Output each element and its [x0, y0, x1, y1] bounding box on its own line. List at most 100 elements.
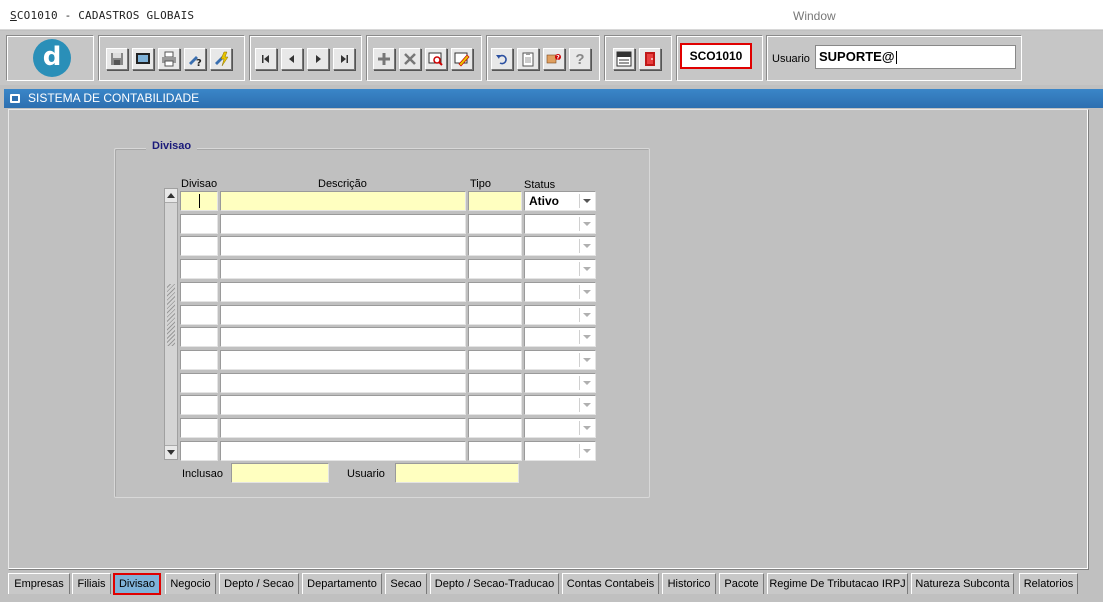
- chevron-down-icon[interactable]: [579, 353, 593, 367]
- status-select[interactable]: [524, 259, 596, 279]
- user-field[interactable]: SUPORTE@: [815, 45, 1016, 69]
- chevron-down-icon[interactable]: [579, 217, 593, 231]
- descricao-cell[interactable]: [220, 395, 466, 415]
- divisao-cell[interactable]: [180, 418, 218, 438]
- delete-record-button[interactable]: [399, 48, 421, 70]
- divisao-cell[interactable]: [180, 214, 218, 234]
- tab-depto-secao[interactable]: Depto / Secao: [219, 573, 299, 594]
- scroll-down-arrow-icon[interactable]: [165, 445, 177, 459]
- scroll-grip[interactable]: [167, 284, 175, 346]
- divisao-cell[interactable]: [180, 395, 218, 415]
- tipo-cell[interactable]: [468, 418, 522, 438]
- tab-historico[interactable]: Historico: [662, 573, 716, 594]
- tipo-cell[interactable]: [468, 191, 522, 211]
- status-select[interactable]: [524, 214, 596, 234]
- divisao-cell[interactable]: [180, 350, 218, 370]
- divisao-cell[interactable]: [180, 305, 218, 325]
- usuario-footer-field[interactable]: [395, 463, 519, 483]
- first-record-button[interactable]: [255, 48, 277, 70]
- chevron-down-icon[interactable]: [579, 444, 593, 458]
- status-select[interactable]: [524, 236, 596, 256]
- chevron-down-icon[interactable]: [579, 239, 593, 253]
- status-select[interactable]: [524, 418, 596, 438]
- descricao-cell[interactable]: [220, 373, 466, 393]
- inclusao-field[interactable]: [231, 463, 329, 483]
- tipo-cell[interactable]: [468, 350, 522, 370]
- divisao-cell[interactable]: [180, 191, 218, 211]
- tipo-cell[interactable]: [468, 327, 522, 347]
- scroll-up-arrow-icon[interactable]: [165, 189, 177, 203]
- divisao-cell[interactable]: [180, 236, 218, 256]
- descricao-cell[interactable]: [220, 418, 466, 438]
- status-select[interactable]: Ativo: [524, 191, 596, 211]
- status-select[interactable]: [524, 327, 596, 347]
- tab-contas-contabeis[interactable]: Contas Contabeis: [562, 573, 659, 594]
- divisao-cell[interactable]: [180, 259, 218, 279]
- divisao-cell[interactable]: [180, 373, 218, 393]
- tipo-cell[interactable]: [468, 441, 522, 461]
- chevron-down-icon[interactable]: [579, 262, 593, 276]
- descricao-cell[interactable]: [220, 327, 466, 347]
- screen-button[interactable]: [132, 48, 154, 70]
- tipo-cell[interactable]: [468, 305, 522, 325]
- descricao-cell[interactable]: [220, 350, 466, 370]
- window-menu[interactable]: Window: [793, 9, 836, 23]
- descricao-cell[interactable]: [220, 259, 466, 279]
- descricao-cell[interactable]: [220, 282, 466, 302]
- tipo-cell[interactable]: [468, 259, 522, 279]
- records-scrollbar[interactable]: [164, 188, 178, 460]
- chevron-down-icon[interactable]: [579, 308, 593, 322]
- tab-depto-secao-traducao[interactable]: Depto / Secao-Traducao: [430, 573, 559, 594]
- descricao-cell[interactable]: [220, 214, 466, 234]
- status-select[interactable]: [524, 350, 596, 370]
- tab-empresas[interactable]: Empresas: [8, 573, 70, 594]
- status-select[interactable]: [524, 305, 596, 325]
- tab-natureza-subconta[interactable]: Natureza Subconta: [911, 573, 1014, 594]
- tipo-cell[interactable]: [468, 214, 522, 234]
- help-question-button[interactable]: ?: [569, 48, 591, 70]
- query-help-button[interactable]: ?: [184, 48, 206, 70]
- find-button[interactable]: [425, 48, 447, 70]
- undo-button[interactable]: [491, 48, 513, 70]
- menu-button[interactable]: [613, 48, 635, 70]
- next-record-button[interactable]: [307, 48, 329, 70]
- edit-button[interactable]: [451, 48, 473, 70]
- descricao-cell[interactable]: [220, 441, 466, 461]
- status-select[interactable]: [524, 395, 596, 415]
- descricao-cell[interactable]: [220, 236, 466, 256]
- tab-pacote[interactable]: Pacote: [719, 573, 764, 594]
- insert-record-button[interactable]: [373, 48, 395, 70]
- chevron-down-icon[interactable]: [579, 398, 593, 412]
- save-button[interactable]: [106, 48, 128, 70]
- descricao-cell[interactable]: [220, 191, 466, 211]
- exit-button[interactable]: [639, 48, 661, 70]
- status-select[interactable]: [524, 373, 596, 393]
- tab-relatorios[interactable]: Relatorios: [1019, 573, 1078, 594]
- tab-divisao[interactable]: Divisao: [113, 573, 161, 595]
- divisao-cell[interactable]: [180, 441, 218, 461]
- divisao-cell[interactable]: [180, 327, 218, 347]
- last-record-button[interactable]: [333, 48, 355, 70]
- descricao-cell[interactable]: [220, 305, 466, 325]
- tab-filiais[interactable]: Filiais: [72, 573, 111, 594]
- tipo-cell[interactable]: [468, 282, 522, 302]
- print-button[interactable]: [158, 48, 180, 70]
- chevron-down-icon[interactable]: [579, 285, 593, 299]
- prev-record-button[interactable]: [281, 48, 303, 70]
- chevron-down-icon[interactable]: [579, 194, 593, 208]
- tab-secao[interactable]: Secao: [385, 573, 427, 594]
- tab-negocio[interactable]: Negocio: [165, 573, 216, 594]
- tipo-cell[interactable]: [468, 395, 522, 415]
- tipo-cell[interactable]: [468, 373, 522, 393]
- tab-departamento[interactable]: Departamento: [302, 573, 382, 594]
- clipboard-button[interactable]: [517, 48, 539, 70]
- tipo-cell[interactable]: [468, 236, 522, 256]
- chevron-down-icon[interactable]: [579, 421, 593, 435]
- tab-regime-de-tributacao-irpj[interactable]: Regime De Tributacao IRPJ: [767, 573, 908, 594]
- chevron-down-icon[interactable]: [579, 330, 593, 344]
- divisao-cell[interactable]: [180, 282, 218, 302]
- execute-query-button[interactable]: [210, 48, 232, 70]
- help-hand-button[interactable]: ?: [543, 48, 565, 70]
- status-select[interactable]: [524, 282, 596, 302]
- chevron-down-icon[interactable]: [579, 376, 593, 390]
